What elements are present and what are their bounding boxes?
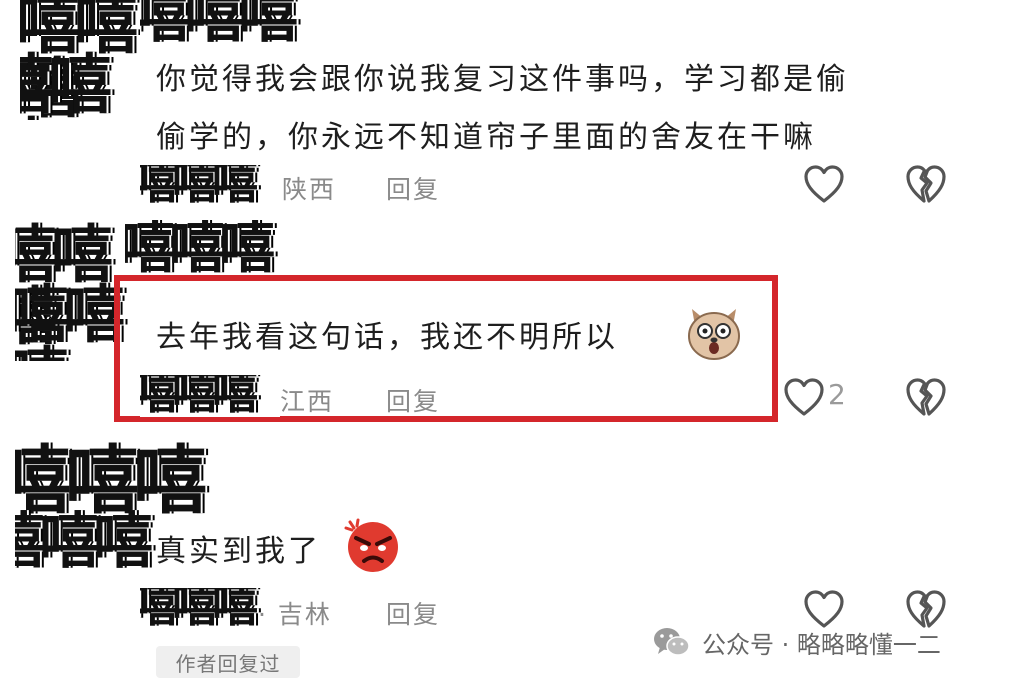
reply-button[interactable]: 回复 bbox=[386, 595, 440, 631]
redacted-timestamp-text: 嘻嘻嘻 bbox=[140, 588, 258, 630]
comment-text: 真实到我了 bbox=[156, 534, 321, 569]
comment-text-line2: 偷学的，你永远不知道帘子里面的舍友在干嘛 bbox=[156, 120, 816, 155]
comment-text: 你觉得我会跟你说我复习这件事吗，学习都是偷 bbox=[156, 62, 849, 97]
reply-button[interactable]: 回复 bbox=[386, 382, 440, 418]
avatar-username-redacted: 嘻嘻嘻 嘻嘻嘻 bbox=[15, 216, 130, 361]
timestamp-redacted: 嘻嘻嘻 bbox=[140, 588, 265, 630]
username-redacted-right: 嘻嘻嘻 bbox=[125, 220, 325, 280]
redacted-username-text-2: 嘻嘻嘻 bbox=[15, 507, 153, 577]
redacted-username-text-2: 嘻嘻嘻 bbox=[15, 278, 125, 362]
watermark: 公众号 · 略略略懂一二 bbox=[652, 622, 941, 662]
avatar-username-redacted: 嘻嘻嘻 嘻嘻嘻 bbox=[20, 0, 150, 120]
timestamp-redacted: 嘻嘻嘻 bbox=[140, 375, 280, 417]
timestamp-redacted: 嘻嘻嘻 bbox=[140, 165, 280, 207]
comment-location: · 吉林 bbox=[258, 600, 332, 629]
redacted-username-text-2: 嘻嘻嘻 bbox=[20, 48, 112, 121]
redacted-username-text-3: 嘻嘻嘻 bbox=[140, 0, 298, 51]
comment-location: 江西 bbox=[280, 387, 335, 416]
angry-face-emoji-icon bbox=[344, 518, 398, 572]
watermark-text: 公众号 · 略略略懂一二 bbox=[702, 630, 941, 659]
author-replied-badge: 作者回复过 bbox=[156, 646, 300, 678]
redacted-timestamp-text: 嘻嘻嘻 bbox=[140, 375, 258, 417]
redacted-timestamp-text: 嘻嘻嘻 bbox=[140, 165, 258, 207]
comment-text: 去年我看这句话，我还不明所以 bbox=[156, 320, 618, 355]
redacted-username-text-3: 嘻嘻嘻 bbox=[125, 220, 275, 280]
broken-heart-icon[interactable] bbox=[905, 377, 947, 417]
reply-button[interactable]: 回复 bbox=[386, 170, 440, 206]
broken-heart-icon[interactable] bbox=[905, 164, 947, 204]
wechat-icon bbox=[654, 628, 690, 656]
heart-icon[interactable] bbox=[803, 164, 845, 204]
heart-icon[interactable] bbox=[783, 377, 825, 417]
like-count: 2 bbox=[828, 378, 846, 411]
username-redacted-right: 嘻嘻嘻 bbox=[140, 0, 320, 55]
shocked-dog-emoji-icon bbox=[688, 309, 740, 360]
comment-location: 陕西 bbox=[282, 175, 337, 204]
